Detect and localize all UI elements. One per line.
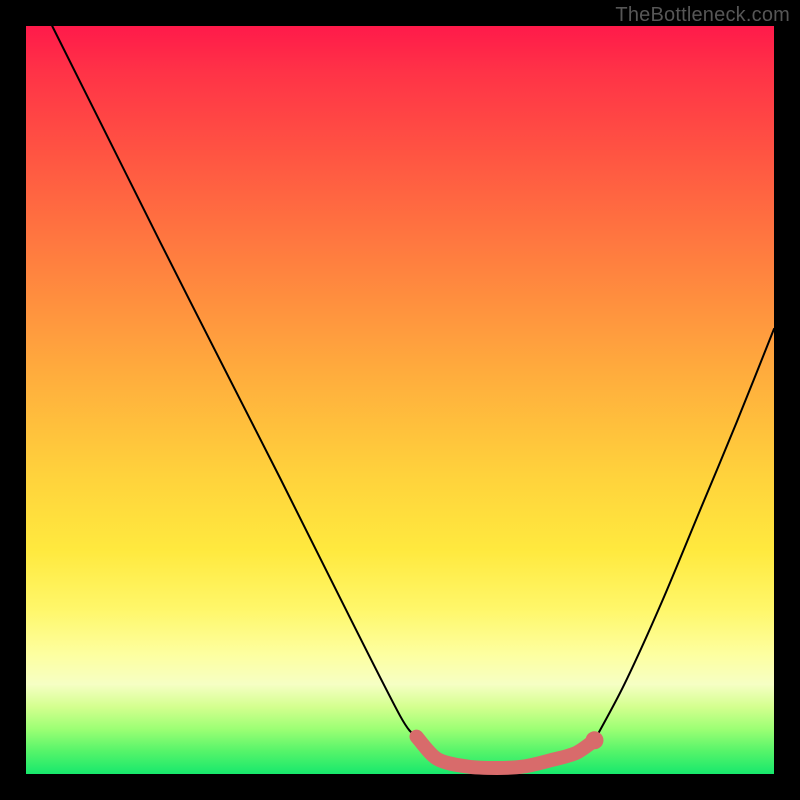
chart-frame: TheBottleneck.com	[0, 0, 800, 800]
watermark-text: TheBottleneck.com	[615, 4, 790, 27]
curve-group	[52, 26, 774, 768]
left-branch	[52, 26, 416, 737]
right-branch	[595, 329, 775, 740]
curve-layer	[26, 26, 774, 774]
valley-highlight	[417, 737, 595, 768]
valley-end-dot	[586, 731, 604, 749]
